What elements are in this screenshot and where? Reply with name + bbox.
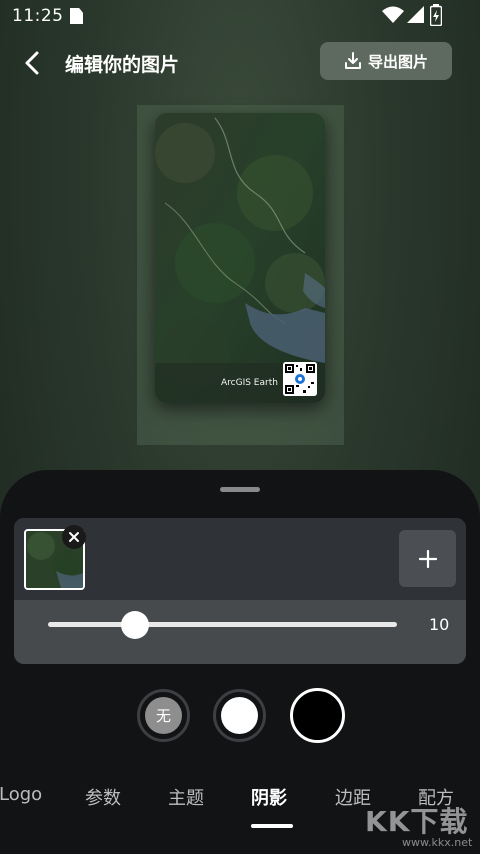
white-swatch <box>221 697 258 734</box>
sim-icon <box>70 8 83 24</box>
battery-icon <box>430 4 442 26</box>
shadow-option-black[interactable] <box>290 688 345 743</box>
active-tab-indicator <box>251 824 293 828</box>
remove-image-button[interactable] <box>62 525 86 549</box>
app-header: 编辑你的图片 导出图片 <box>0 40 480 86</box>
shadow-option-none[interactable]: 无 <box>137 689 190 742</box>
drag-handle[interactable] <box>220 487 260 492</box>
close-icon <box>69 532 79 542</box>
status-time: 11:25 <box>12 6 64 26</box>
shadow-none-label: 无 <box>155 707 171 725</box>
status-bar: 11:25 <box>0 0 480 34</box>
export-image-button[interactable]: 导出图片 <box>320 42 452 80</box>
wifi-icon <box>382 6 404 23</box>
plus-icon <box>418 549 437 568</box>
signal-icon <box>407 6 424 23</box>
shadow-option-white[interactable] <box>213 689 266 742</box>
shadow-slider-thumb[interactable] <box>121 611 149 639</box>
shadow-slider-track[interactable] <box>48 622 397 627</box>
tab-shadow[interactable]: 阴影 <box>251 784 287 810</box>
download-icon <box>344 52 361 69</box>
image-list <box>14 518 466 600</box>
shadow-settings-card: 10 <box>14 518 466 664</box>
export-label: 导出图片 <box>367 52 428 71</box>
tab-parameters[interactable]: 参数 <box>85 784 121 810</box>
site-watermark-url: www.kkx.net <box>402 836 473 849</box>
site-watermark: KK下载 <box>365 805 469 838</box>
add-image-button[interactable] <box>399 530 456 587</box>
shadow-none-swatch: 无 <box>145 697 182 734</box>
page-title: 编辑你的图片 <box>65 54 180 76</box>
image-preview: ArcGIS Earth <box>155 113 325 403</box>
shadow-slider-value: 10 <box>429 615 450 634</box>
qr-code-icon <box>283 362 317 396</box>
tab-logo[interactable]: Logo <box>0 784 42 805</box>
back-arrow-icon[interactable] <box>18 48 48 78</box>
arcgis-watermark: ArcGIS Earth <box>221 378 278 388</box>
tab-theme[interactable]: 主题 <box>168 784 204 810</box>
satellite-map-image <box>155 113 325 403</box>
